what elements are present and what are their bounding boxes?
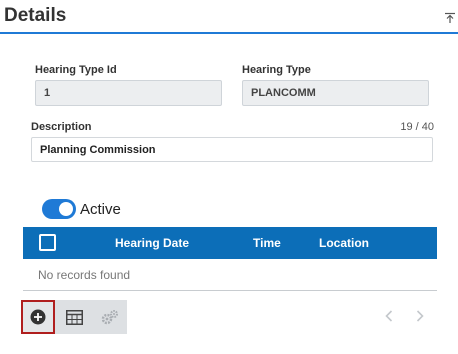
panel-title: Details [4,5,67,26]
column-header-time[interactable]: Time [253,236,281,250]
add-button[interactable] [21,300,55,334]
hearing-type-field[interactable]: PLANCOMM [242,80,429,106]
chevron-left-icon [385,310,393,322]
column-header-hearing-date[interactable]: Hearing Date [115,236,189,250]
settings-button[interactable] [93,300,127,334]
hearing-type-id-field[interactable]: 1 [35,80,222,106]
add-icon [30,309,46,325]
panel-header: Details [0,0,458,34]
gears-icon [101,310,118,325]
next-page-button[interactable] [413,309,427,323]
grid-toolbar [21,300,127,334]
table-view-button[interactable] [57,300,91,334]
no-records-message: No records found [38,268,131,282]
hearing-type-id-label: Hearing Type Id [35,64,117,76]
active-toggle[interactable] [42,199,76,219]
column-header-location[interactable]: Location [319,236,369,250]
hearing-type-label: Hearing Type [242,64,311,76]
description-field[interactable]: Planning Commission [31,137,433,162]
toggle-knob [59,202,73,216]
grid-header: Hearing Date Time Location [23,227,437,259]
chevron-right-icon [416,310,424,322]
description-char-count: 19 / 40 [400,121,434,133]
previous-page-button[interactable] [382,309,396,323]
collapse-icon[interactable] [444,12,456,24]
description-label: Description [31,121,92,133]
select-all-checkbox[interactable] [39,234,56,251]
table-icon [65,309,83,325]
grid-divider [23,290,437,291]
active-toggle-label: Active [80,201,121,218]
